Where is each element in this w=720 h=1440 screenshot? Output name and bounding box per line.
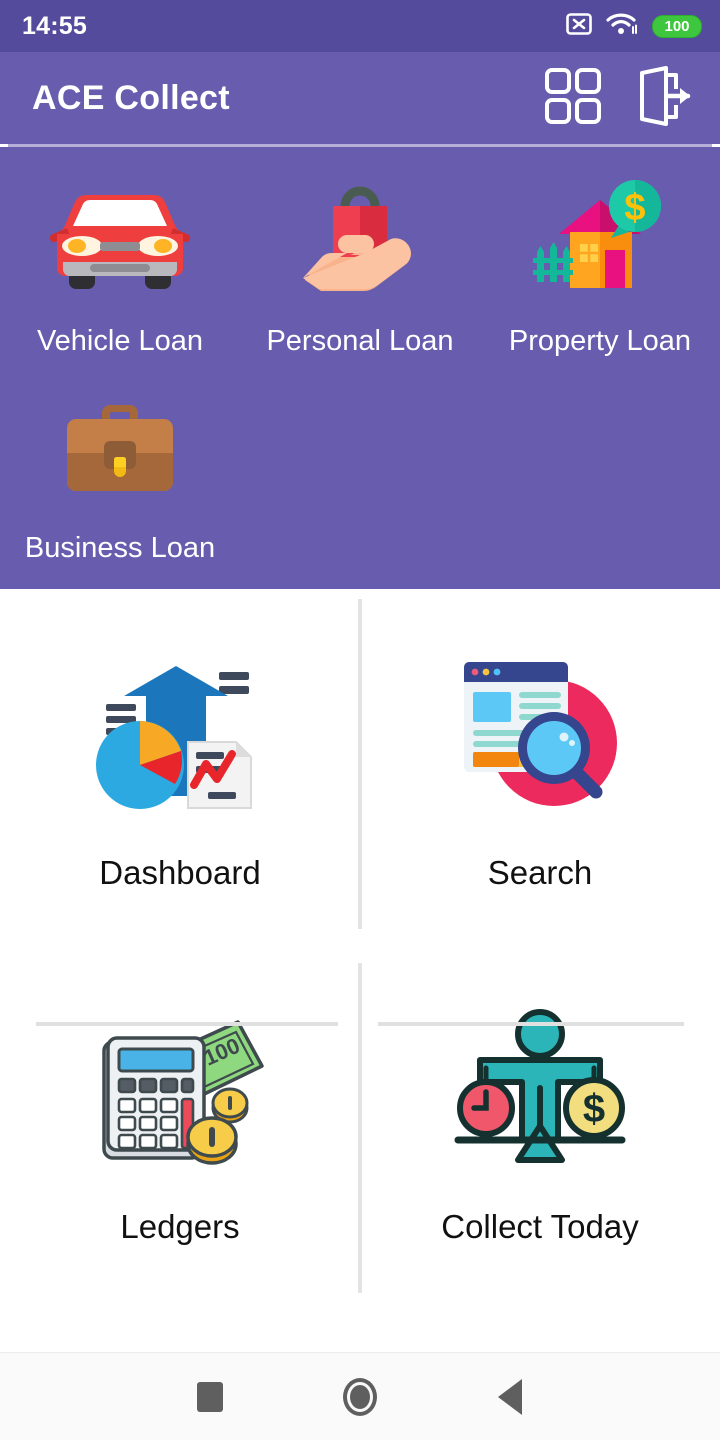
app-title: ACE Collect bbox=[32, 78, 230, 117]
loan-item-label: Personal Loan bbox=[266, 325, 454, 357]
wifi-icon bbox=[606, 12, 638, 41]
menu-item-ledgers[interactable]: 100 Ledgers bbox=[0, 943, 360, 1297]
apps-grid-icon[interactable] bbox=[544, 67, 602, 130]
menu-item-label: Collect Today bbox=[441, 1208, 639, 1245]
logout-icon[interactable] bbox=[632, 65, 694, 132]
android-navigation-bar bbox=[0, 1352, 720, 1440]
menu-item-label: Dashboard bbox=[99, 854, 261, 891]
back-button[interactable] bbox=[435, 1378, 585, 1415]
loan-row-2: Business Loan bbox=[0, 372, 720, 579]
growth-arrow-chart-icon bbox=[85, 640, 275, 830]
loan-item-property[interactable]: $ Property Loan bbox=[480, 165, 720, 372]
circle-icon bbox=[343, 1377, 377, 1416]
menu-row-1: Dashboard Search bbox=[0, 589, 720, 943]
loan-item-label: Vehicle Loan bbox=[36, 325, 204, 357]
loan-item-label: Property Loan bbox=[508, 325, 692, 357]
status-bar-clock: 14:55 bbox=[22, 11, 87, 40]
menu-item-collect-today[interactable]: $ Collect Today bbox=[360, 943, 720, 1297]
hand-shopping-bag-icon bbox=[280, 165, 440, 315]
loan-type-panel: Vehicle Loan Personal Loan $ Property Lo… bbox=[0, 147, 720, 589]
app-bar: ACE Collect bbox=[0, 52, 720, 144]
menu-row-2: 100 Ledgers $ Collect Today bbox=[0, 943, 720, 1297]
menu-item-dashboard[interactable]: Dashboard bbox=[0, 589, 360, 943]
sim-card-off-icon bbox=[566, 12, 592, 40]
menu-item-label: Ledgers bbox=[120, 1208, 240, 1245]
briefcase-icon bbox=[40, 372, 200, 522]
recents-button[interactable] bbox=[135, 1381, 285, 1412]
horizontal-divider-right bbox=[378, 1022, 684, 1026]
svg-text:$: $ bbox=[583, 1087, 605, 1131]
loan-item-business[interactable]: Business Loan bbox=[0, 372, 240, 579]
status-bar-icons: 100 bbox=[566, 12, 702, 41]
car-icon bbox=[40, 165, 200, 315]
menu-item-label: Search bbox=[487, 854, 593, 891]
main-menu-grid: Dashboard Search 100 Ledgers $ Collect T… bbox=[0, 589, 720, 1297]
loan-cell-empty-2 bbox=[480, 372, 720, 579]
house-dollar-icon: $ bbox=[520, 165, 680, 315]
loan-item-personal[interactable]: Personal Loan bbox=[240, 165, 480, 372]
status-bar: 14:55 100 bbox=[0, 0, 720, 52]
app-bar-actions bbox=[544, 65, 694, 132]
triangle-icon bbox=[498, 1378, 522, 1415]
loan-cell-empty-1 bbox=[240, 372, 480, 579]
loan-row-1: Vehicle Loan Personal Loan $ Property Lo… bbox=[0, 165, 720, 372]
battery-badge: 100 bbox=[652, 14, 702, 38]
home-button[interactable] bbox=[285, 1377, 435, 1416]
loan-item-label: Business Loan bbox=[24, 532, 216, 564]
square-icon bbox=[197, 1381, 223, 1412]
loan-item-vehicle[interactable]: Vehicle Loan bbox=[0, 165, 240, 372]
horizontal-divider-left bbox=[36, 1022, 338, 1026]
menu-item-search[interactable]: Search bbox=[360, 589, 720, 943]
svg-text:$: $ bbox=[624, 187, 645, 229]
browser-magnifier-icon bbox=[445, 640, 635, 830]
